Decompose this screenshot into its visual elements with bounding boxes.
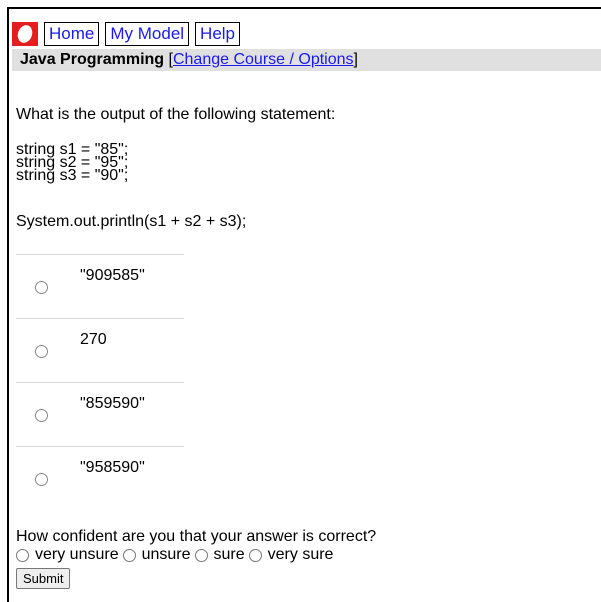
confidence-very-sure[interactable]: very sure bbox=[248, 546, 334, 564]
submit-button[interactable]: Submit bbox=[16, 568, 71, 589]
change-course-link[interactable]: Change Course / Options bbox=[173, 51, 354, 68]
confidence-very-unsure[interactable]: very unsure bbox=[16, 546, 119, 564]
answer-choices: "909585" 270 "859590" "958590" bbox=[16, 254, 184, 510]
answer-radio[interactable] bbox=[35, 281, 48, 294]
answer-label: "909585" bbox=[80, 267, 145, 284]
code-block: string s1 = "85"; string s2 = "95"; stri… bbox=[16, 142, 129, 184]
confidence-label: very unsure bbox=[35, 546, 119, 563]
close-bracket: ] bbox=[353, 51, 358, 68]
confidence-label: unsure bbox=[141, 546, 191, 563]
question-prompt: What is the output of the following stat… bbox=[16, 106, 336, 123]
course-bar: Java Programming [Change Course / Option… bbox=[12, 49, 601, 71]
print-statement: System.out.println(s1 + s2 + s3); bbox=[16, 213, 247, 230]
answer-choice[interactable]: 270 bbox=[16, 318, 184, 382]
answer-choice[interactable]: "859590" bbox=[16, 382, 184, 446]
answer-label: "958590" bbox=[80, 459, 145, 476]
code-line: string s3 = "90"; bbox=[16, 167, 129, 184]
confidence-radio[interactable] bbox=[16, 548, 29, 562]
answer-radio[interactable] bbox=[35, 409, 48, 422]
answer-label: "859590" bbox=[80, 395, 145, 412]
course-name: Java Programming bbox=[20, 51, 165, 68]
confidence-unsure[interactable]: unsure bbox=[122, 546, 191, 564]
answer-radio[interactable] bbox=[35, 473, 48, 486]
confidence-label: very sure bbox=[267, 546, 334, 563]
logo-icon bbox=[12, 22, 38, 46]
confidence-options: very unsure unsure sure very sure bbox=[16, 546, 376, 564]
confidence-radio[interactable] bbox=[248, 548, 262, 562]
confidence-radio[interactable] bbox=[122, 548, 136, 562]
answer-radio[interactable] bbox=[35, 345, 48, 358]
confidence-label: sure bbox=[213, 546, 245, 563]
help-link[interactable]: Help bbox=[195, 22, 241, 46]
answer-choice[interactable]: "909585" bbox=[16, 254, 184, 318]
confidence-prompt: How confident are you that your answer i… bbox=[16, 528, 377, 545]
answer-label: 270 bbox=[80, 331, 107, 348]
confidence-section: How confident are you that your answer i… bbox=[16, 528, 376, 564]
confidence-radio[interactable] bbox=[194, 548, 208, 562]
my-model-link[interactable]: My Model bbox=[105, 22, 190, 46]
top-nav: Home My Model Help bbox=[12, 22, 246, 46]
home-link[interactable]: Home bbox=[44, 22, 100, 46]
answer-choice[interactable]: "958590" bbox=[16, 446, 184, 510]
confidence-sure[interactable]: sure bbox=[194, 546, 245, 564]
